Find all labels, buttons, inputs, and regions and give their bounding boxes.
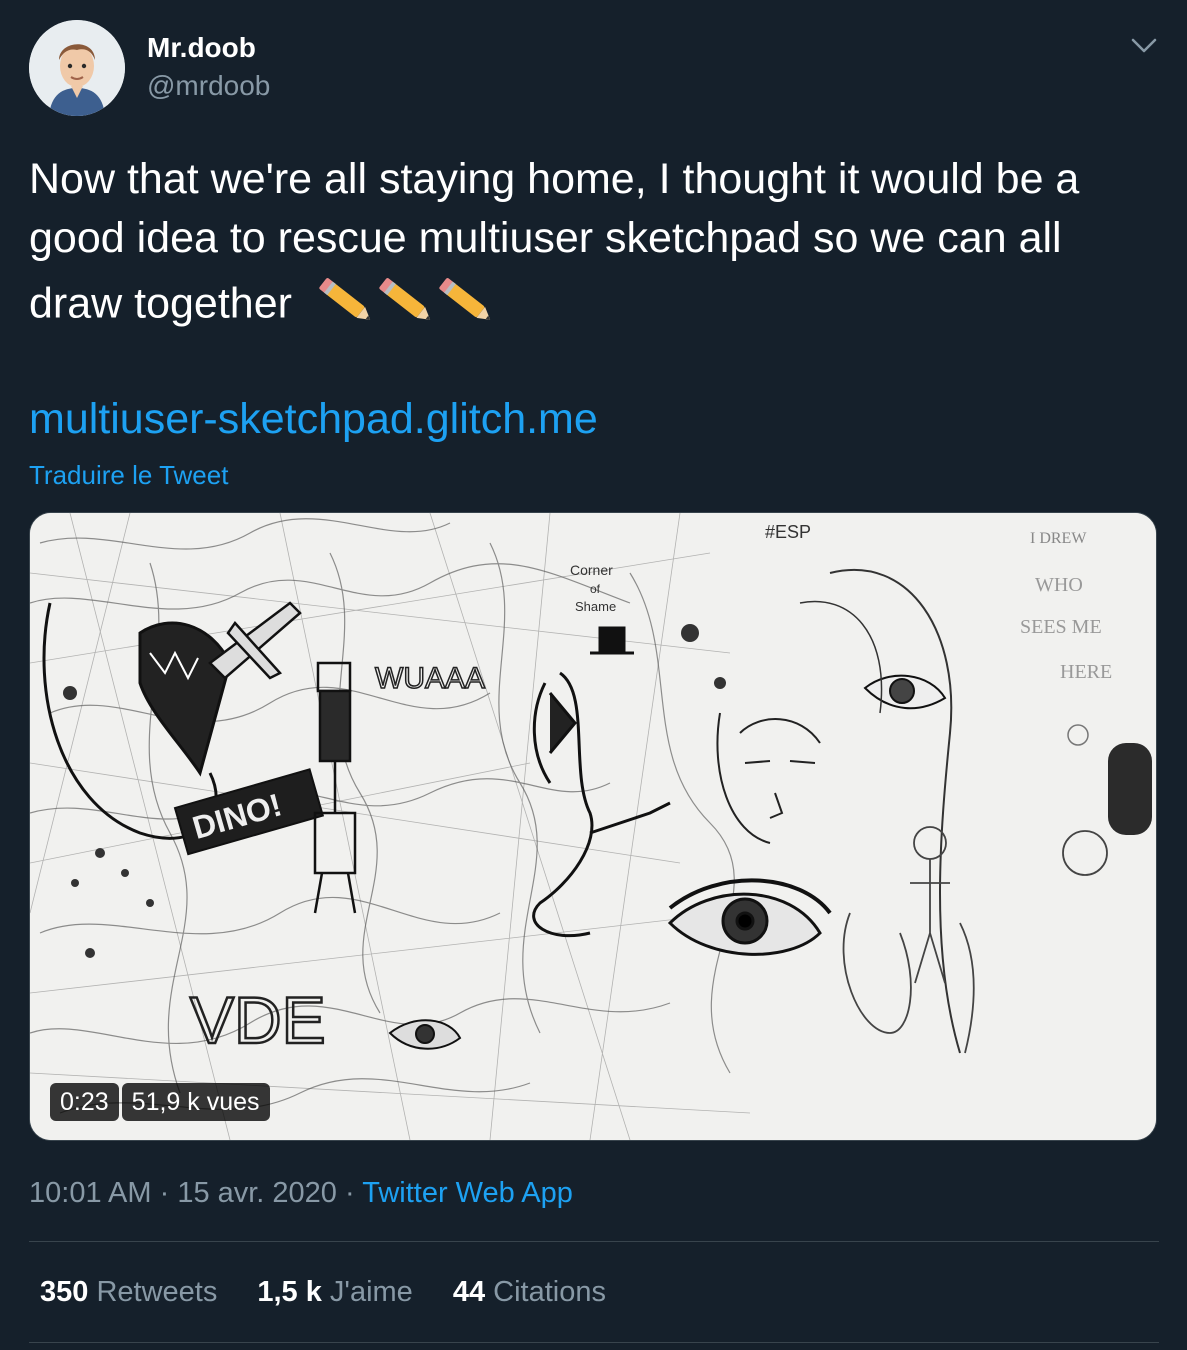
svg-text:#ESP: #ESP — [765, 522, 811, 542]
svg-text:Shame: Shame — [575, 599, 616, 614]
tweet-header: Mr.doob @mrdoob — [29, 20, 1159, 120]
svg-text:Corner: Corner — [570, 562, 613, 578]
avatar-image — [29, 20, 125, 116]
avatar[interactable] — [29, 20, 125, 116]
video-info-overlay: 0:23 51,9 k vues — [50, 1083, 270, 1121]
quotes-stat[interactable]: 44 Citations — [453, 1272, 606, 1312]
divider — [29, 1241, 1159, 1242]
tweet-meta: 10:01 AM · 15 avr. 2020 · Twitter Web Ap… — [29, 1173, 573, 1213]
pencil-emoji-icon — [314, 268, 494, 344]
divider — [29, 1342, 1159, 1343]
video-duration-badge: 0:23 — [50, 1083, 119, 1121]
likes-stat[interactable]: 1,5 k J'aime — [257, 1272, 412, 1312]
tweet-date[interactable]: 15 avr. 2020 — [177, 1177, 337, 1209]
video-views-badge: 51,9 k vues — [121, 1083, 270, 1121]
handle[interactable]: @mrdoob — [147, 66, 270, 106]
quotes-label: Citations — [493, 1276, 606, 1308]
retweets-stat[interactable]: 350 Retweets — [40, 1272, 217, 1312]
video-player[interactable]: DINO! VDE Corner of Shame WUAAA #ESP I D… — [29, 512, 1157, 1141]
svg-text:WUAAA: WUAAA — [375, 662, 485, 695]
tweet-time[interactable]: 10:01 AM — [29, 1177, 152, 1209]
svg-text:WHO: WHO — [1035, 574, 1083, 596]
display-name[interactable]: Mr.doob — [147, 30, 270, 66]
tweet-stats: 350 Retweets 1,5 k J'aime 44 Citations — [40, 1272, 646, 1312]
meta-separator: · — [151, 1177, 178, 1209]
translate-tweet-link[interactable]: Traduire le Tweet — [29, 458, 228, 492]
svg-text:of: of — [590, 582, 601, 596]
chevron-down-icon[interactable] — [1129, 30, 1159, 60]
quotes-count: 44 — [452, 1276, 486, 1308]
tweet-text: Now that we're all staying home, I thoug… — [29, 150, 1149, 344]
svg-text:I DREW: I DREW — [1030, 530, 1087, 547]
source-app-link[interactable]: Twitter Web App — [362, 1177, 573, 1209]
sketch-drawing-image: DINO! VDE Corner of Shame WUAAA #ESP I D… — [30, 513, 1156, 1140]
retweets-count: 350 — [40, 1276, 89, 1308]
tweet-body: Now that we're all staying home, I thoug… — [29, 155, 1080, 328]
likes-label: J'aime — [329, 1276, 413, 1308]
meta-separator: · — [336, 1177, 363, 1209]
svg-text:VDE: VDE — [190, 983, 326, 1057]
svg-text:HERE: HERE — [1060, 661, 1112, 683]
svg-text:SEES ME: SEES ME — [1020, 616, 1102, 638]
retweets-label: Retweets — [96, 1276, 218, 1308]
likes-count: 1,5 k — [257, 1276, 322, 1308]
tweet-link[interactable]: multiuser-sketchpad.glitch.me — [29, 393, 598, 445]
